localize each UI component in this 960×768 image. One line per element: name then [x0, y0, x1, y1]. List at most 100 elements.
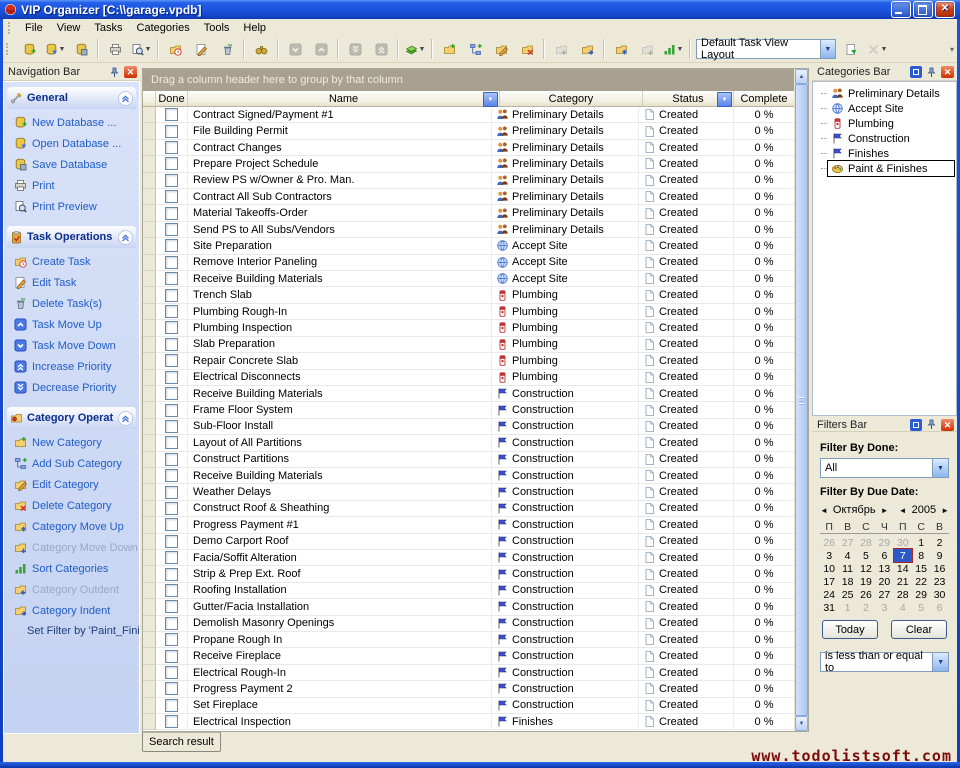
nav-item[interactable]: Print [14, 179, 134, 192]
chevron-down-icon[interactable]: ▼ [932, 653, 948, 671]
nav-item[interactable]: Create Task [14, 255, 134, 268]
task-name-cell[interactable]: Review PS w/Owner & Pro. Man. [188, 173, 492, 188]
calendar-day[interactable]: 24 [820, 588, 838, 601]
done-checkbox[interactable] [165, 321, 178, 334]
nav-item[interactable]: Save Database [14, 158, 134, 171]
menu-view[interactable]: View [50, 21, 88, 35]
task-name-cell[interactable]: Electrical Rough-In [188, 665, 492, 680]
task-name-cell[interactable]: Send PS to All Subs/Vendors [188, 222, 492, 237]
task-name-cell[interactable]: Sub-Floor Install [188, 419, 492, 434]
create-task-button[interactable] [162, 37, 188, 61]
next-month-icon[interactable]: ► [881, 506, 889, 515]
calendar-day[interactable]: 29 [875, 536, 893, 549]
done-cell[interactable] [156, 452, 188, 467]
done-cell[interactable] [156, 681, 188, 696]
calendar-day[interactable]: 20 [875, 575, 893, 588]
save-layout-button[interactable] [838, 37, 864, 61]
done-cell[interactable] [156, 156, 188, 171]
task-name-cell[interactable]: Layout of All Partitions [188, 435, 492, 450]
done-checkbox[interactable] [165, 289, 178, 302]
task-name-cell[interactable]: File Building Permit [188, 123, 492, 138]
table-row[interactable]: Construct Partitions Construction Create… [143, 452, 795, 468]
calendar-day[interactable]: 7 [894, 549, 912, 562]
done-cell[interactable] [156, 419, 188, 434]
done-checkbox[interactable] [165, 715, 178, 728]
task-name-cell[interactable]: Demo Carport Roof [188, 534, 492, 549]
chevron-down-icon[interactable]: ▼ [820, 40, 835, 58]
status-column-header[interactable]: Status ▼ [643, 91, 734, 107]
table-row[interactable]: Frame Floor System Construction Created … [143, 402, 795, 418]
task-name-cell[interactable]: Receive Building Materials [188, 468, 492, 483]
table-row[interactable]: Slab Preparation Plumbing Created 0 % [143, 337, 795, 353]
nav-item[interactable]: Edit Task [14, 276, 134, 289]
nav-group-header[interactable]: General [7, 87, 136, 109]
scroll-down-icon[interactable]: ▼ [795, 716, 808, 731]
done-checkbox[interactable] [165, 486, 178, 499]
task-name-cell[interactable]: Slab Preparation [188, 337, 492, 352]
edit-category-button[interactable] [488, 37, 514, 61]
pin-icon[interactable] [925, 418, 938, 431]
done-cell[interactable] [156, 501, 188, 516]
done-checkbox[interactable] [165, 502, 178, 515]
category-move-down-button[interactable] [634, 37, 660, 61]
maximize-panel-icon[interactable] [910, 419, 922, 431]
done-checkbox[interactable] [165, 600, 178, 613]
done-cell[interactable] [156, 304, 188, 319]
delete-category-button[interactable] [514, 37, 540, 61]
done-cell[interactable] [156, 123, 188, 138]
chevron-down-icon[interactable]: ▼ [932, 459, 948, 477]
done-checkbox[interactable] [165, 305, 178, 318]
done-checkbox[interactable] [165, 469, 178, 482]
nav-item[interactable]: Edit Category [14, 478, 134, 491]
nav-item[interactable]: Category Move Down [14, 541, 134, 554]
calendar-day[interactable]: 28 [857, 536, 875, 549]
table-row[interactable]: Trench Slab Plumbing Created 0 % [143, 287, 795, 303]
task-name-cell[interactable]: Strip & Prep Ext. Roof [188, 566, 492, 581]
task-name-cell[interactable]: Electrical Disconnects [188, 370, 492, 385]
done-checkbox[interactable] [165, 190, 178, 203]
table-row[interactable]: Contract Signed/Payment #1 Preliminary D… [143, 107, 795, 123]
chevron-down-icon[interactable]: ▼ [59, 46, 66, 53]
task-name-cell[interactable]: Prepare Project Schedule [188, 156, 492, 171]
table-row[interactable]: Contract Changes Preliminary Details Cre… [143, 140, 795, 156]
calendar-day[interactable]: 30 [894, 536, 912, 549]
done-checkbox[interactable] [165, 239, 178, 252]
table-row[interactable]: Receive Fireplace Construction Created 0… [143, 648, 795, 664]
calendar-day[interactable]: 4 [838, 549, 856, 562]
view-layout-button[interactable]: ▼ [402, 37, 428, 61]
nav-item[interactable]: Sort Categories [14, 562, 134, 575]
done-checkbox[interactable] [165, 371, 178, 384]
done-cell[interactable] [156, 714, 188, 729]
nav-item[interactable]: Category Indent [14, 604, 134, 617]
done-cell[interactable] [156, 173, 188, 188]
category-tree-item[interactable]: Accept Site [828, 101, 954, 116]
calendar-day[interactable]: 19 [857, 575, 875, 588]
task-name-cell[interactable]: Construct Roof & Sheathing [188, 501, 492, 516]
nav-item[interactable]: New Database ... [14, 116, 134, 129]
table-row[interactable]: Electrical Rough-In Construction Created… [143, 665, 795, 681]
menu-tools[interactable]: Tools [197, 21, 237, 35]
calendar-day[interactable]: 3 [875, 601, 893, 614]
done-checkbox[interactable] [165, 535, 178, 548]
menu-tasks[interactable]: Tasks [87, 21, 129, 35]
done-checkbox[interactable] [165, 207, 178, 220]
table-row[interactable]: Weather Delays Construction Created 0 % [143, 484, 795, 500]
print-preview-button[interactable]: ▼ [128, 37, 154, 61]
task-name-cell[interactable]: Gutter/Facia Installation [188, 599, 492, 614]
menu-help[interactable]: Help [236, 21, 273, 35]
open-database-button[interactable]: ▼ [42, 37, 68, 61]
task-name-cell[interactable]: Set Fireplace [188, 698, 492, 713]
print-button[interactable] [102, 37, 128, 61]
table-row[interactable]: Repair Concrete Slab Plumbing Created 0 … [143, 353, 795, 369]
task-name-cell[interactable]: Propane Rough In [188, 632, 492, 647]
scroll-up-icon[interactable]: ▲ [795, 69, 808, 84]
done-cell[interactable] [156, 550, 188, 565]
task-move-up-button[interactable] [308, 37, 334, 61]
task-name-cell[interactable]: Contract Changes [188, 140, 492, 155]
calendar-day[interactable]: 29 [912, 588, 930, 601]
done-cell[interactable] [156, 517, 188, 532]
status-filter-icon[interactable]: ▼ [717, 92, 732, 107]
prev-year-icon[interactable]: ◄ [899, 506, 907, 515]
table-row[interactable]: Send PS to All Subs/Vendors Preliminary … [143, 222, 795, 238]
calendar-day[interactable]: 16 [930, 562, 948, 575]
